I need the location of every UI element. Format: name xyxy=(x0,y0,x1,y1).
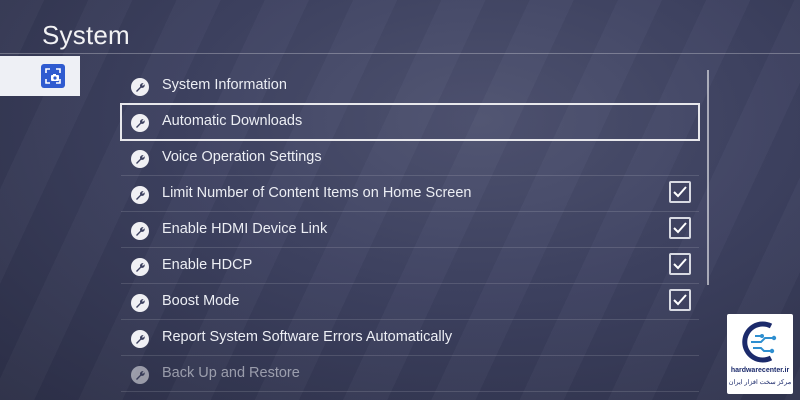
wrench-icon xyxy=(131,258,149,276)
menu-item-label: Enable HDMI Device Link xyxy=(162,221,328,237)
menu-item-voice-operation-settings[interactable]: Voice Operation Settings xyxy=(121,140,699,176)
menu-item-label: Limit Number of Content Items on Home Sc… xyxy=(162,185,472,201)
wrench-icon xyxy=(131,186,149,204)
page-title: System xyxy=(42,20,130,50)
checkmark-icon xyxy=(673,186,687,198)
wrench-icon xyxy=(131,222,149,240)
checkbox[interactable] xyxy=(669,253,691,275)
menu-item-back-up-and-restore[interactable]: Back Up and Restore xyxy=(121,356,699,392)
watermark-site: hardwarecenter.ir xyxy=(730,367,790,374)
menu-item-automatic-downloads[interactable]: Automatic Downloads xyxy=(120,103,700,141)
scrollbar[interactable] xyxy=(707,70,709,285)
sidebar-tab-system[interactable] xyxy=(0,56,80,96)
checkmark-icon xyxy=(673,222,687,234)
menu-item-limit-content-items[interactable]: Limit Number of Content Items on Home Sc… xyxy=(121,176,699,212)
wrench-icon xyxy=(131,366,149,384)
menu-item-label: System Information xyxy=(162,77,287,93)
menu-item-label: Enable HDCP xyxy=(162,257,253,273)
menu-item-label: Report System Software Errors Automatica… xyxy=(162,329,453,345)
watermark-logo: hardwarecenter.ir مرکز سخت افزار ایران xyxy=(727,314,793,394)
wrench-icon xyxy=(131,78,149,96)
menu-item-label: Back Up and Restore xyxy=(162,365,300,381)
settings-menu: System Information Automatic Downloads V… xyxy=(120,68,700,392)
menu-item-label: Automatic Downloads xyxy=(162,113,303,129)
wrench-icon xyxy=(131,330,149,348)
wrench-icon xyxy=(131,150,149,168)
checkbox[interactable] xyxy=(669,289,691,311)
menu-item-report-errors[interactable]: Report System Software Errors Automatica… xyxy=(121,320,699,356)
wrench-icon xyxy=(131,294,149,312)
circuit-logo-icon xyxy=(742,321,777,363)
wrench-icon xyxy=(131,114,149,132)
watermark-tagline: مرکز سخت افزار ایران xyxy=(728,379,792,386)
menu-item-boost-mode[interactable]: Boost Mode xyxy=(121,284,699,320)
menu-item-label: Voice Operation Settings xyxy=(162,149,322,165)
menu-item-enable-hdcp[interactable]: Enable HDCP xyxy=(121,248,699,284)
menu-item-label: Boost Mode xyxy=(162,293,240,309)
screen-capture-icon xyxy=(41,64,65,88)
checkbox[interactable] xyxy=(669,217,691,239)
title-divider xyxy=(0,53,800,54)
menu-item-enable-hdmi-device-link[interactable]: Enable HDMI Device Link xyxy=(121,212,699,248)
menu-item-system-information[interactable]: System Information xyxy=(121,68,699,104)
checkbox[interactable] xyxy=(669,181,691,203)
checkmark-icon xyxy=(673,258,687,270)
checkmark-icon xyxy=(673,294,687,306)
